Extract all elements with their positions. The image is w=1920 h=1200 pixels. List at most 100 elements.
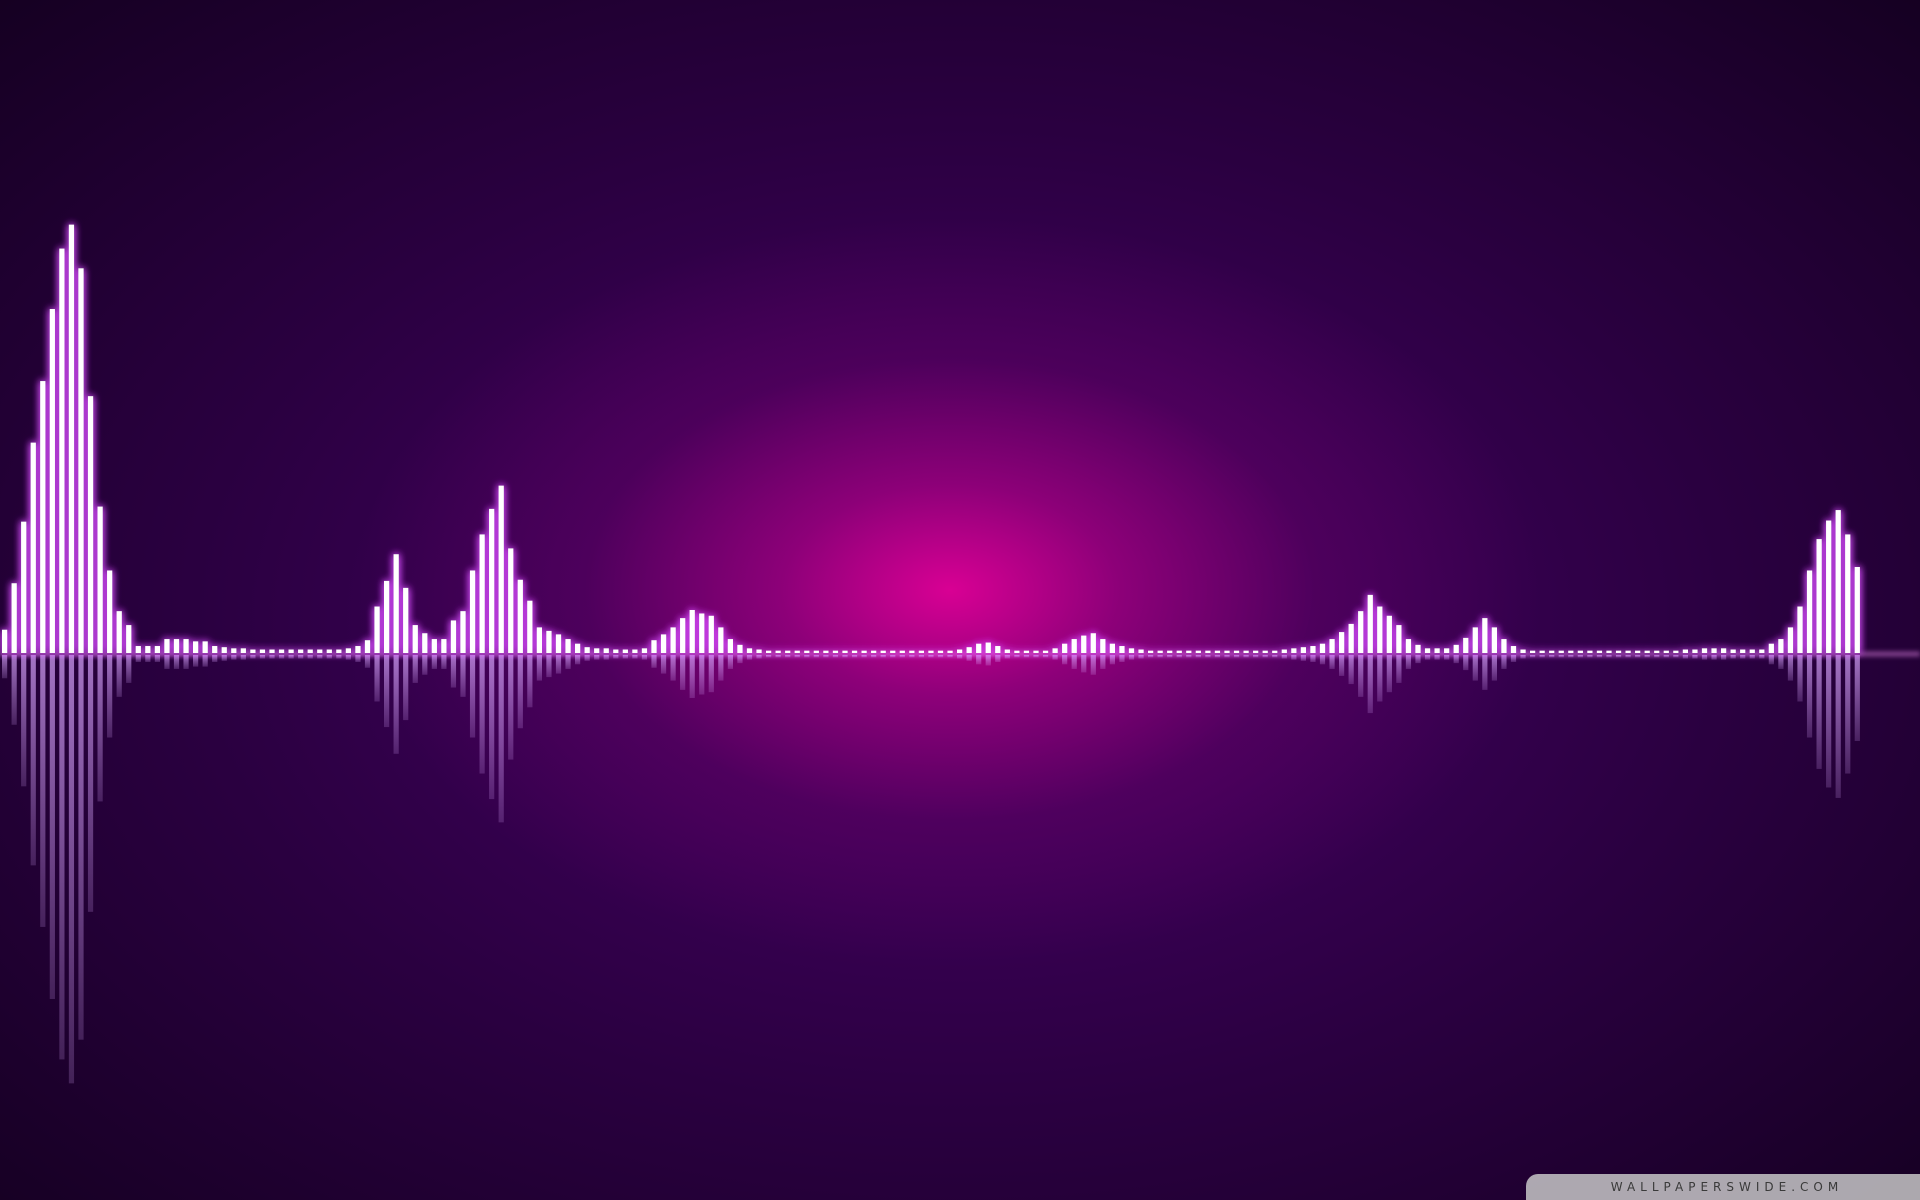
spectrum-bar	[689, 610, 695, 653]
spectrum-bar	[1128, 648, 1135, 653]
spectrum-bar-reflection	[1692, 655, 1698, 659]
spectrum-bar-reflection	[307, 655, 313, 659]
spectrum-bar	[890, 650, 896, 653]
spectrum-bar	[469, 570, 476, 653]
spectrum-bar-reflection	[11, 655, 17, 725]
spectrum-visualizer	[2, 224, 1860, 1084]
spectrum-bar	[1759, 649, 1765, 653]
spectrum-bar	[832, 650, 839, 653]
spectrum-bar	[164, 639, 170, 653]
spectrum-bar	[1730, 649, 1736, 653]
spectrum-bar-reflection	[1386, 655, 1392, 693]
spectrum-bar	[364, 640, 371, 653]
spectrum-bar	[727, 639, 733, 653]
spectrum-bar	[785, 650, 791, 653]
spectrum-bar-reflection	[1109, 655, 1115, 665]
spectrum-bar	[1300, 647, 1306, 653]
spectrum-bar-reflection	[775, 655, 781, 658]
spectrum-bar-reflection	[603, 655, 609, 660]
spectrum-bar	[1530, 650, 1536, 653]
spectrum-bar	[1081, 635, 1087, 653]
spectrum-bar-reflection	[202, 655, 208, 667]
spectrum-bar-reflection	[536, 655, 542, 681]
spectrum-bar	[1138, 649, 1144, 653]
spectrum-bar	[1062, 643, 1068, 653]
spectrum-bar	[135, 646, 141, 653]
spectrum-bar-reflection	[985, 655, 991, 666]
spectrum-bar	[336, 649, 342, 653]
spectrum-bar	[1768, 643, 1774, 653]
spectrum-bar-reflection	[1530, 655, 1536, 658]
spectrum-bar-reflection	[1023, 655, 1030, 658]
spectrum-bar	[937, 650, 944, 653]
spectrum-bar	[288, 649, 294, 653]
spectrum-bar	[536, 627, 542, 653]
spectrum-bar	[1549, 650, 1555, 653]
spectrum-bar-reflection	[508, 655, 514, 760]
spectrum-bar-reflection	[1654, 655, 1660, 658]
spectrum-bar	[479, 534, 485, 653]
spectrum-bar-reflection	[1806, 655, 1813, 738]
spectrum-bar	[202, 641, 208, 653]
spectrum-bar	[1186, 650, 1192, 653]
spectrum-bar	[78, 268, 84, 653]
spectrum-bar	[317, 649, 323, 653]
spectrum-bar-reflection	[842, 655, 848, 658]
spectrum-bar	[928, 650, 934, 653]
spectrum-bar-reflection	[1549, 655, 1555, 658]
spectrum-bar	[1329, 639, 1335, 653]
spectrum-bar	[11, 583, 17, 653]
spectrum-bar-reflection	[937, 655, 944, 658]
spectrum-bar	[1558, 650, 1564, 653]
spectrum-bar	[756, 649, 762, 653]
spectrum-bar-reflection	[1701, 655, 1708, 660]
spectrum-bar	[1472, 627, 1478, 653]
spectrum-bar-reflection	[441, 655, 447, 669]
spectrum-bar-reflection	[1300, 655, 1306, 661]
spectrum-bar	[40, 381, 46, 653]
spectrum-bar	[1386, 615, 1392, 653]
spectrum-bar-reflection	[1176, 655, 1182, 658]
spectrum-bar-reflection	[555, 655, 562, 674]
spectrum-bar	[1721, 648, 1727, 653]
spectrum-bar	[699, 613, 705, 653]
spectrum-bar	[575, 643, 581, 653]
spectrum-bar-reflection	[145, 655, 151, 662]
spectrum-bar	[240, 648, 246, 653]
spectrum-bar-reflection	[756, 655, 762, 659]
spectrum-bar	[641, 648, 648, 653]
spectrum-bar	[422, 633, 428, 653]
spectrum-bar-reflection	[1635, 655, 1641, 658]
spectrum-bar-reflection	[1482, 655, 1488, 690]
spectrum-bar	[1071, 639, 1077, 653]
spectrum-bar	[1434, 648, 1440, 653]
spectrum-bar	[1310, 646, 1316, 653]
spectrum-bar	[1157, 650, 1163, 653]
spectrum-bar	[1195, 650, 1201, 653]
spectrum-bar-reflection	[909, 655, 915, 658]
spectrum-bar-reflection	[1577, 655, 1583, 658]
spectrum-bar	[1453, 644, 1459, 653]
spectrum-bar	[1014, 650, 1020, 653]
spectrum-bar-reflection	[1205, 655, 1211, 658]
spectrum-bar-reflection	[718, 655, 724, 681]
spectrum-bar-reflection	[107, 655, 113, 738]
spectrum-bar-reflection	[431, 655, 437, 669]
spectrum-bar-reflection	[1138, 655, 1144, 659]
spectrum-bar-reflection	[1081, 655, 1087, 673]
spectrum-bar	[861, 650, 867, 653]
spectrum-bar	[622, 649, 628, 653]
spectrum-bar	[947, 650, 953, 653]
spectrum-bar	[173, 639, 180, 653]
spectrum-bar-reflection	[1835, 655, 1841, 798]
spectrum-bar-reflection	[1587, 655, 1593, 658]
spectrum-bar	[966, 647, 972, 653]
spectrum-bar	[1415, 644, 1421, 653]
spectrum-bar	[584, 647, 590, 653]
spectrum-bar	[450, 620, 457, 653]
spectrum-bar	[804, 650, 810, 653]
spectrum-bar	[1167, 650, 1173, 653]
spectrum-bar	[21, 521, 27, 653]
spectrum-bar-reflection	[78, 655, 84, 1040]
spectrum-bar-reflection	[345, 655, 351, 660]
